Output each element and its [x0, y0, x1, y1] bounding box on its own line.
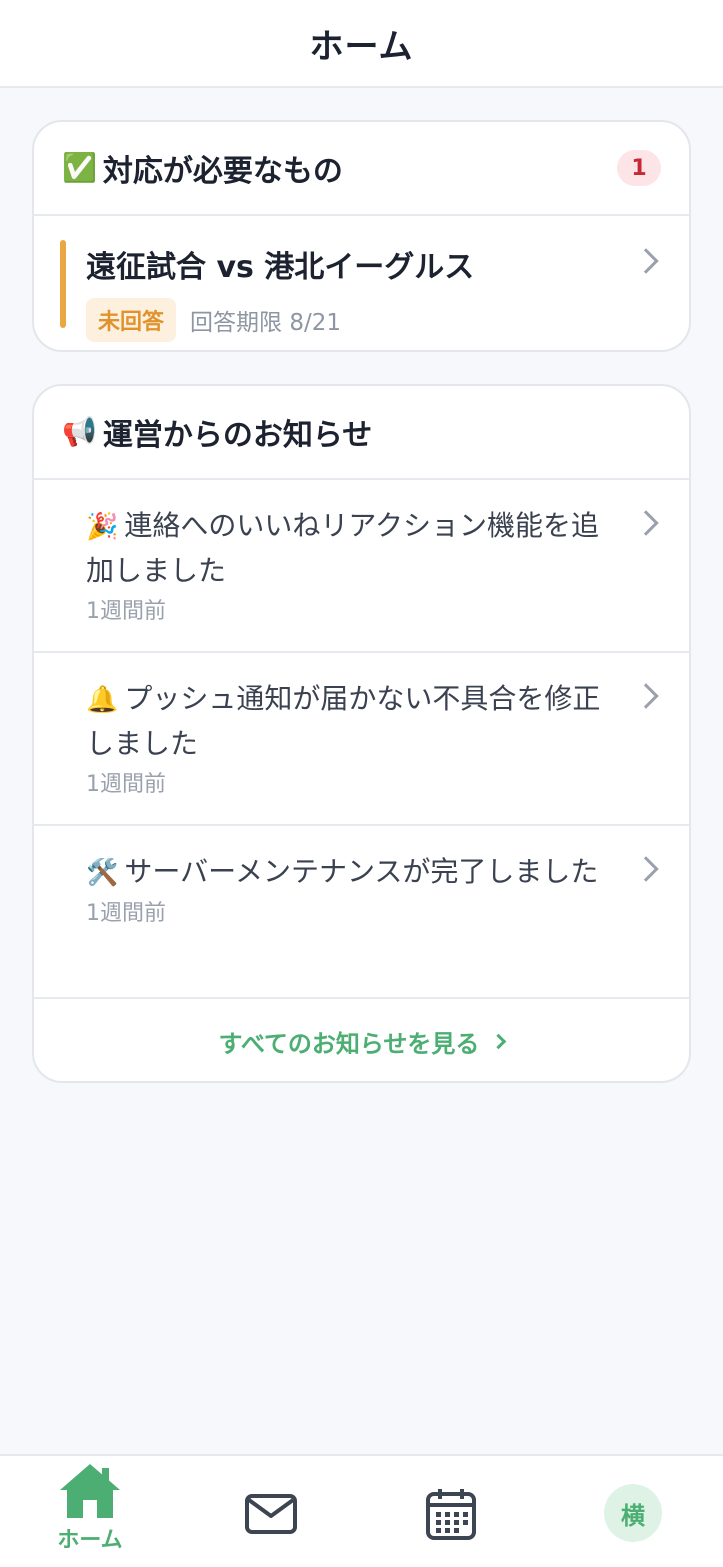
- nav-item-home[interactable]: ホーム: [50, 1456, 130, 1567]
- see-all-link[interactable]: すべてのお知らせを見る: [34, 999, 689, 1081]
- calendar-icon: [426, 1489, 476, 1540]
- page-title: ホーム: [309, 26, 414, 67]
- nav-item-messages[interactable]: [241, 1456, 301, 1567]
- news-item[interactable]: 🔔 プッシュ通知が届かない不具合を修正しました 1週間前: [34, 653, 689, 826]
- chevron-right-icon: [633, 510, 659, 536]
- action-item[interactable]: 遠征試合 vs 港北イーグルス 未回答 回答期限 8/21: [34, 216, 689, 350]
- nav-home-label: ホーム: [57, 1528, 123, 1553]
- chevron-right-icon: [633, 683, 659, 709]
- news-item-text: 連絡へのいいねリアクション機能を追加しました: [86, 509, 599, 587]
- news-item-time: 1週間前: [86, 901, 166, 926]
- news-item[interactable]: 🛠️ サーバーメンテナンスが完了しました 1週間前: [34, 826, 689, 999]
- megaphone-icon: 📢: [62, 415, 97, 448]
- action-card-title: 対応が必要なもの: [102, 154, 343, 189]
- count-badge: 1: [617, 150, 661, 186]
- news-item-text: プッシュ通知が届かない不具合を修正しました: [86, 682, 601, 760]
- action-item-meta: 未回答 回答期限 8/21: [86, 298, 629, 342]
- action-item-title: 遠征試合 vs 港北イーグルス: [86, 250, 475, 285]
- avatar: 横: [604, 1484, 662, 1542]
- news-item-time: 1週間前: [86, 772, 166, 797]
- news-item-time: 1週間前: [86, 599, 166, 624]
- chevron-right-icon: [491, 1033, 507, 1049]
- header: ホーム: [0, 0, 723, 88]
- mail-icon: [245, 1494, 297, 1534]
- news-card-title: 運営からのお知らせ: [102, 418, 373, 453]
- nav-item-profile[interactable]: 横: [602, 1456, 664, 1567]
- action-card-header: ✅ 対応が必要なもの 1: [34, 122, 689, 216]
- party-icon: 🎉: [86, 512, 119, 542]
- app-root: ホーム ✅ 対応が必要なもの 1 遠征試合 vs 港北イーグルス 未回答 回答期…: [0, 0, 723, 1567]
- home-icon: [60, 1464, 120, 1518]
- news-item[interactable]: 🎉 連絡へのいいねリアクション機能を追加しました 1週間前: [34, 480, 689, 653]
- deadline-text: 回答期限 8/21: [190, 310, 341, 336]
- chevron-right-icon: [633, 856, 659, 882]
- news-item-title: 🛠️ サーバーメンテナンスが完了しました: [86, 850, 609, 895]
- news-item-title: 🔔 プッシュ通知が届かない不具合を修正しました: [86, 677, 609, 766]
- action-card: ✅ 対応が必要なもの 1 遠征試合 vs 港北イーグルス 未回答 回答期限 8/…: [32, 120, 691, 352]
- status-badge: 未回答: [86, 298, 177, 342]
- news-item-text: サーバーメンテナンスが完了しました: [124, 855, 599, 888]
- news-card-header: 📢 運営からのお知らせ: [34, 386, 689, 480]
- bottom-nav: ホーム 横: [0, 1454, 723, 1567]
- news-item-title: 🎉 連絡へのいいねリアクション機能を追加しました: [86, 504, 609, 593]
- tools-icon: 🛠️: [86, 858, 119, 888]
- see-all-label: すべてのお知らせを見る: [218, 1029, 480, 1058]
- news-card: 📢 運営からのお知らせ 🎉 連絡へのいいねリアクション機能を追加しました 1週間前…: [32, 384, 691, 1083]
- chevron-right-icon: [633, 248, 659, 274]
- accent-bar: [60, 240, 66, 328]
- nav-item-calendar[interactable]: [421, 1456, 481, 1567]
- check-icon: ✅: [62, 151, 97, 184]
- bell-icon: 🔔: [86, 685, 119, 715]
